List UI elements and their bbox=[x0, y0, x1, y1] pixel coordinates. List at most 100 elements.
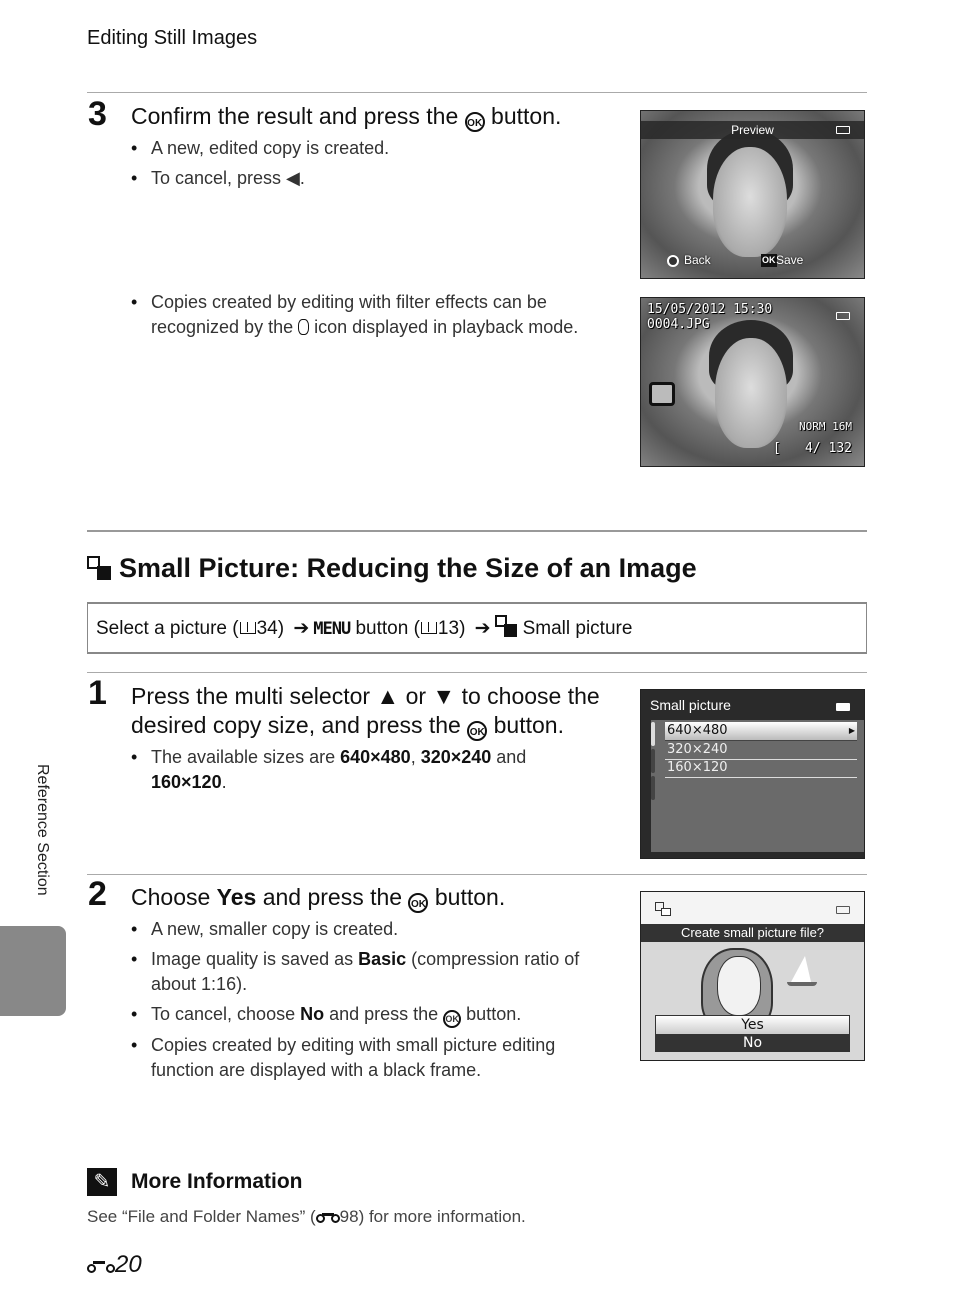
page-reference[interactable]: 13 bbox=[438, 618, 459, 639]
section-side-label: Reference Section bbox=[34, 764, 51, 896]
up-arrow-icon: ▲ bbox=[376, 683, 400, 709]
bullet-item: Copies created by editing with filter ef… bbox=[131, 290, 621, 340]
ok-button-icon: OK bbox=[408, 893, 429, 913]
dialog-prompt: Create small picture file? bbox=[680, 925, 825, 940]
screen-title: Preview bbox=[731, 123, 774, 137]
menu-option-320x240[interactable]: 320×240 bbox=[665, 741, 857, 760]
step-title: Press the multi selector ▲ or ▼ to choos… bbox=[131, 682, 631, 741]
reference-section-icon bbox=[87, 1259, 115, 1273]
battery-icon bbox=[836, 126, 850, 134]
no-option[interactable]: No bbox=[655, 1034, 850, 1052]
bullet-bold: Basic bbox=[358, 949, 407, 969]
nav-text: Select a picture ( bbox=[96, 618, 239, 639]
bullet-item: A new, smaller copy is created. bbox=[131, 917, 601, 942]
option-label: 640×480 bbox=[667, 723, 728, 738]
playback-screenshot: 15/05/2012 15:30 0004.JPG NORM 16M [ 4/ … bbox=[640, 297, 865, 467]
step-title: Confirm the result and press the OK butt… bbox=[131, 102, 561, 132]
back-label: Back bbox=[684, 253, 711, 267]
preview-screenshot: Preview Back OK Save bbox=[640, 110, 865, 279]
menu-option-160x120[interactable]: 160×120 bbox=[665, 759, 857, 778]
book-icon bbox=[420, 622, 437, 634]
step-number: 1 bbox=[88, 674, 107, 712]
menu-tab bbox=[651, 749, 655, 773]
divider bbox=[87, 672, 867, 673]
size-option: 640×480 bbox=[340, 747, 411, 767]
nav-text: ) bbox=[459, 618, 471, 639]
chevron-right-icon: ▶ bbox=[848, 726, 855, 735]
bullet-item: Copies created by editing with small pic… bbox=[131, 1033, 601, 1083]
divider bbox=[87, 874, 867, 875]
menu-tab bbox=[651, 722, 655, 746]
reference-section-icon bbox=[315, 1211, 340, 1223]
page-number-text: 20 bbox=[115, 1251, 142, 1278]
bullet-text: . bbox=[221, 772, 227, 792]
small-picture-icon bbox=[494, 615, 517, 637]
bullet-text: button. bbox=[461, 1004, 522, 1024]
image-quality: NORM 16M bbox=[799, 420, 852, 433]
bullet-item: A new, edited copy is created. bbox=[131, 136, 611, 161]
step-number: 3 bbox=[88, 95, 107, 133]
step-title-bold: Yes bbox=[216, 884, 257, 910]
note-text: See “File and Folder Names” (98) for mor… bbox=[87, 1207, 526, 1227]
ok-button-icon: OK bbox=[464, 112, 485, 132]
bullet-item: To cancel, press ◀. bbox=[131, 166, 611, 191]
bullet-list: A new, smaller copy is created. Image qu… bbox=[131, 917, 601, 1088]
memory-icon: [ bbox=[773, 441, 781, 456]
page-reference[interactable]: 34 bbox=[257, 618, 278, 639]
menu-tab bbox=[651, 776, 655, 800]
face bbox=[713, 147, 787, 257]
note-title: More Information bbox=[131, 1170, 303, 1193]
battery-icon bbox=[836, 703, 850, 711]
step-title-text: button. bbox=[487, 712, 564, 738]
bullet-item: To cancel, choose No and press the OK bu… bbox=[131, 1002, 601, 1028]
step-title-text: or bbox=[399, 683, 433, 709]
step-title: Choose Yes and press the OK button. bbox=[131, 883, 505, 913]
small-picture-menu-screenshot: Small picture 640×480 ▶ 320×240 160×120 bbox=[640, 689, 865, 859]
bullet-text: Image quality is saved as bbox=[151, 949, 359, 969]
bullet-bold: No bbox=[300, 1004, 325, 1024]
sailboat bbox=[791, 956, 811, 982]
page-number: 20 bbox=[87, 1251, 142, 1279]
bullet-text: The available sizes are bbox=[151, 747, 341, 767]
filter-effects-icon bbox=[649, 382, 675, 406]
ok-button-icon: OK bbox=[467, 721, 488, 741]
bullet-text: icon displayed in playback mode. bbox=[309, 317, 579, 337]
note-pencil-icon: ✎ bbox=[87, 1168, 117, 1196]
battery-icon bbox=[836, 906, 850, 914]
section-tab bbox=[0, 926, 66, 1016]
nav-text: button ( bbox=[350, 618, 420, 639]
nav-text: Small picture bbox=[522, 618, 633, 639]
bullet-list: A new, edited copy is created. To cancel… bbox=[131, 136, 611, 196]
bullet-item: The available sizes are 640×480, 320×240… bbox=[131, 745, 591, 795]
step-title-text: button. bbox=[484, 103, 562, 129]
section-divider bbox=[87, 530, 867, 532]
menu-option-640x480[interactable]: 640×480 ▶ bbox=[665, 722, 857, 741]
bullet-text: To cancel, choose bbox=[151, 1004, 301, 1024]
page-reference[interactable]: 98 bbox=[340, 1207, 359, 1226]
confirm-dialog-screenshot: Create small picture file? Yes No bbox=[640, 891, 865, 1061]
bullet-list: Copies created by editing with filter ef… bbox=[131, 290, 621, 345]
face bbox=[717, 956, 761, 1016]
multi-selector-icon bbox=[667, 255, 679, 267]
arrow-right-icon: ➔ bbox=[293, 618, 310, 639]
section-title: Small Picture: Reducing the Size of an I… bbox=[87, 553, 697, 584]
size-option: 160×120 bbox=[151, 772, 222, 792]
yes-option[interactable]: Yes bbox=[655, 1015, 850, 1035]
bullet-item: Image quality is saved as Basic (compres… bbox=[131, 947, 601, 997]
note-text-part: See “File and Folder Names” ( bbox=[87, 1207, 316, 1226]
step-title-text: button. bbox=[428, 884, 506, 910]
menu-button-icon: MENU bbox=[313, 619, 351, 639]
filter-effects-icon bbox=[298, 319, 310, 335]
arrow-right-icon: ➔ bbox=[474, 618, 491, 639]
navigation-path: Select a picture (34) ➔ MENU button (13) … bbox=[87, 602, 867, 654]
bullet-text: and bbox=[491, 747, 527, 767]
bullet-text: , bbox=[410, 747, 421, 767]
filename: 0004.JPG bbox=[647, 317, 710, 332]
ok-key-icon: OK bbox=[761, 254, 777, 267]
small-picture-icon bbox=[87, 556, 111, 580]
down-arrow-icon: ▼ bbox=[432, 683, 456, 709]
book-icon bbox=[239, 622, 256, 634]
step-title-text: to choose the bbox=[455, 683, 600, 709]
section-title-text: Small Picture: Reducing the Size of an I… bbox=[119, 553, 697, 583]
boat-hull bbox=[787, 982, 817, 986]
